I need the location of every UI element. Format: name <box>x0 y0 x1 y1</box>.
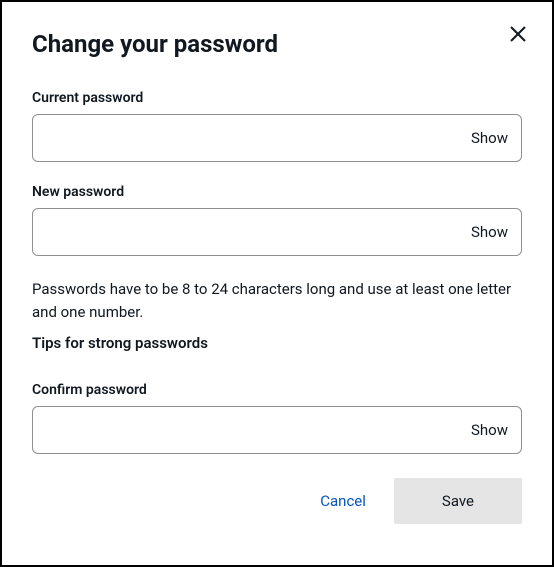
confirm-password-label: Confirm password <box>32 382 522 398</box>
confirm-password-wrapper: Show <box>32 406 522 454</box>
current-password-wrapper: Show <box>32 114 522 162</box>
new-password-show-button[interactable]: Show <box>471 223 508 241</box>
dialog-title: Change your password <box>32 30 522 58</box>
current-password-show-button[interactable]: Show <box>471 129 508 147</box>
current-password-group: Current password Show <box>32 90 522 162</box>
close-button[interactable] <box>508 24 528 44</box>
current-password-label: Current password <box>32 90 522 106</box>
close-icon <box>510 26 526 42</box>
confirm-password-group: Confirm password Show <box>32 382 522 454</box>
new-password-label: New password <box>32 184 522 200</box>
new-password-input[interactable] <box>32 208 522 256</box>
action-button-row: Cancel Save <box>32 478 522 524</box>
current-password-input[interactable] <box>32 114 522 162</box>
save-button[interactable]: Save <box>394 478 522 524</box>
new-password-group: New password Show <box>32 184 522 256</box>
confirm-password-input[interactable] <box>32 406 522 454</box>
change-password-dialog: Change your password Current password Sh… <box>0 0 554 567</box>
strong-passwords-tips-link[interactable]: Tips for strong passwords <box>32 334 208 352</box>
cancel-button[interactable]: Cancel <box>310 478 376 524</box>
confirm-password-show-button[interactable]: Show <box>471 421 508 439</box>
new-password-wrapper: Show <box>32 208 522 256</box>
password-requirements-text: Passwords have to be 8 to 24 characters … <box>32 278 522 323</box>
